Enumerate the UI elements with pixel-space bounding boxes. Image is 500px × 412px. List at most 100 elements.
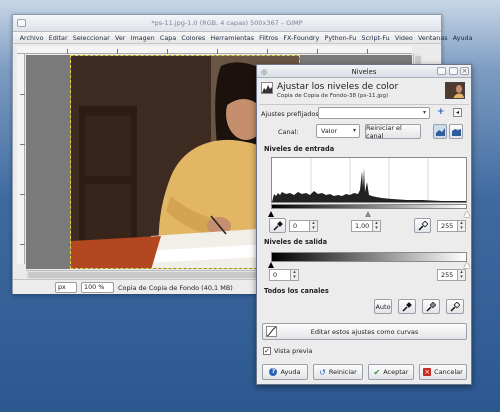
input-gamma-field[interactable]: 1,00 xyxy=(351,220,373,232)
menu-seleccionar[interactable]: Seleccionar xyxy=(70,32,112,43)
eyedropper-black-icon xyxy=(272,220,283,231)
dialog-subheading: Copia de Copia de Fondo-38 (ps-11.jpg) xyxy=(277,93,389,99)
cancel-icon: × xyxy=(423,368,432,376)
reset-icon: ↺ xyxy=(319,367,326,377)
log-histogram-icon xyxy=(451,128,461,136)
pick-gray-all-button[interactable] xyxy=(422,299,440,314)
histogram-graph xyxy=(272,158,466,202)
menu-fx-foundry[interactable]: FX-Foundry xyxy=(281,32,322,43)
linear-histogram-button[interactable] xyxy=(433,124,447,139)
dialog-titlebar[interactable]: ◎ Niveles × xyxy=(257,65,471,78)
input-histogram[interactable] xyxy=(271,157,467,203)
window-title: *ps-11.jpg-1.0 (RGB, 4 capas) 500x367 – … xyxy=(151,19,303,27)
eyedropper-white-icon xyxy=(450,301,460,312)
status-text: Copia de Copia de Fondo (40,1 MB) xyxy=(118,284,233,292)
pick-white-all-button[interactable] xyxy=(446,299,464,314)
all-channels-heading: Todos los canales xyxy=(264,287,329,295)
linear-histogram-icon xyxy=(435,127,445,136)
input-gradient xyxy=(271,204,467,209)
ok-button[interactable]: ✔ Aceptar xyxy=(368,364,414,380)
input-high-spin[interactable]: ▴ ▾ xyxy=(458,220,466,232)
output-high-field[interactable]: 255 xyxy=(437,269,458,281)
menu-script-fu[interactable]: Script-Fu xyxy=(359,32,392,43)
pick-black-point-button[interactable] xyxy=(269,218,286,233)
pick-black-all-button[interactable] xyxy=(398,299,416,314)
presets-select[interactable]: ▾ xyxy=(318,107,430,119)
maximize-button[interactable] xyxy=(437,67,446,75)
menu-filtros[interactable]: Filtros xyxy=(257,32,281,43)
output-low-value: 0 xyxy=(273,271,278,279)
menu-video[interactable]: Video xyxy=(392,32,415,43)
input-gamma-handle[interactable] xyxy=(365,211,371,217)
cancel-label: Cancelar xyxy=(434,368,463,376)
curves-icon xyxy=(266,326,277,337)
add-preset-icon[interactable]: + xyxy=(437,108,445,117)
eyedropper-gray-icon xyxy=(426,301,436,312)
gimp-titlebar[interactable]: *ps-11.jpg-1.0 (RGB, 4 capas) 500x367 – … xyxy=(13,15,441,32)
unit-value: px xyxy=(58,283,66,291)
auto-button[interactable]: Auto xyxy=(374,299,392,314)
pick-white-point-button[interactable] xyxy=(414,218,431,233)
help-button[interactable]: ? Ayuda xyxy=(262,364,308,380)
reset-channel-button[interactable]: Reiniciar el canal xyxy=(365,123,421,140)
menu-ayuda[interactable]: Ayuda xyxy=(450,32,475,43)
preview-checkbox[interactable]: ✓ xyxy=(263,347,271,355)
presets-label: Ajustes prefijados: xyxy=(261,110,321,118)
menu-python-fu[interactable]: Python-Fu xyxy=(322,32,359,43)
input-low-handle[interactable] xyxy=(268,211,274,217)
output-low-spin[interactable]: ▴ ▾ xyxy=(291,269,299,281)
menu-archivo[interactable]: Archivo xyxy=(17,32,46,43)
output-gradient xyxy=(271,252,467,262)
edit-as-curves-button[interactable]: Editar estos ajustes como curvas xyxy=(262,323,467,340)
output-high-spin[interactable]: ▴ ▾ xyxy=(458,269,466,281)
output-low-field[interactable]: 0 xyxy=(269,269,291,281)
channel-value: Valor xyxy=(321,127,338,135)
dialog-header: Ajustar los niveles de color Copia de Co… xyxy=(257,79,471,103)
input-high-handle[interactable] xyxy=(464,211,470,217)
input-low-field[interactable]: 0 xyxy=(289,220,310,232)
input-low-value: 0 xyxy=(293,222,298,230)
layer-thumbnail xyxy=(445,82,465,99)
input-high-field[interactable]: 255 xyxy=(437,220,458,232)
reset-button[interactable]: ↺ Reiniciar xyxy=(313,364,363,380)
input-gamma-spin[interactable]: ▴ ▾ xyxy=(373,220,381,232)
menu-editar[interactable]: Editar xyxy=(46,32,70,43)
levels-dialog: ◎ Niveles × Ajustar los niveles de color… xyxy=(256,64,472,385)
menu-ventanas[interactable]: Ventanas xyxy=(415,32,450,43)
menubar: Archivo Editar Seleccionar Ver Imagen Ca… xyxy=(13,32,473,44)
cancel-button[interactable]: × Cancelar xyxy=(419,364,467,380)
zoom-select[interactable]: 100 % xyxy=(81,282,114,293)
menu-colores[interactable]: Colores xyxy=(179,32,208,43)
close-button[interactable]: × xyxy=(460,67,469,75)
preset-menu-icon[interactable]: ◂ xyxy=(453,108,462,117)
output-levels-heading: Niveles de salida xyxy=(264,238,328,246)
dialog-heading: Ajustar los niveles de color xyxy=(277,82,399,92)
input-gamma-value: 1,00 xyxy=(355,222,370,230)
preview-label[interactable]: Vista previa xyxy=(274,347,312,355)
zoom-value: 100 % xyxy=(84,283,105,291)
channel-select[interactable]: Valor ▾ xyxy=(316,124,360,138)
menu-ver[interactable]: Ver xyxy=(112,32,128,43)
levels-icon xyxy=(261,82,273,94)
separator xyxy=(259,104,469,105)
log-histogram-button[interactable] xyxy=(449,124,463,139)
horizontal-ruler[interactable] xyxy=(17,46,412,54)
help-icon: ? xyxy=(269,368,278,376)
menu-capa[interactable]: Capa xyxy=(157,32,179,43)
check-icon: ✔ xyxy=(373,367,381,377)
input-high-value: 255 xyxy=(441,222,454,230)
output-high-value: 255 xyxy=(441,271,454,279)
reset-label: Reiniciar xyxy=(328,368,357,376)
input-low-spin[interactable]: ▴ ▾ xyxy=(310,220,318,232)
menu-herramientas[interactable]: Herramientas xyxy=(208,32,257,43)
output-low-handle[interactable] xyxy=(268,262,274,268)
eyedropper-black-icon xyxy=(402,301,412,312)
vertical-ruler[interactable] xyxy=(17,54,25,264)
menu-imagen[interactable]: Imagen xyxy=(128,32,157,43)
edit-as-curves-label: Editar estos ajustes como curvas xyxy=(310,327,419,336)
minimize-button[interactable] xyxy=(449,67,458,75)
output-high-handle[interactable] xyxy=(464,262,470,268)
unit-select[interactable]: px xyxy=(55,282,77,293)
chevron-down-icon: ▾ xyxy=(422,109,426,116)
reset-channel-label: Reiniciar el canal xyxy=(366,123,402,140)
